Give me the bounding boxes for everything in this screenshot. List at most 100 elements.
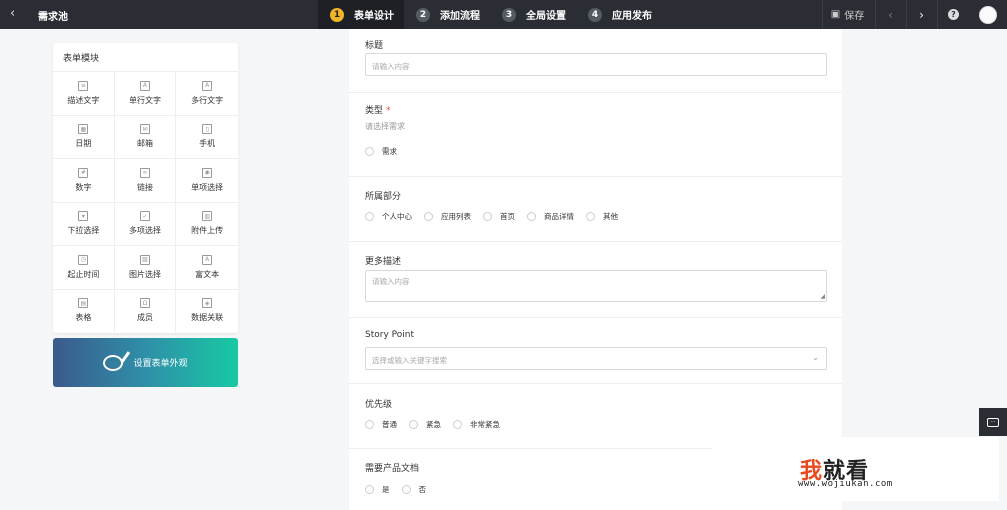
redo-button[interactable]: › bbox=[906, 0, 936, 29]
field-label: 需要产品文档 bbox=[365, 464, 420, 474]
textarea-placeholder: 请输入内容 bbox=[372, 277, 410, 286]
resize-handle-icon[interactable]: ◢ bbox=[820, 293, 825, 300]
attachment-icon: ▥ bbox=[202, 211, 213, 222]
radio-circle[interactable] bbox=[527, 212, 536, 221]
module-item[interactable]: ▤ 表格 bbox=[53, 288, 115, 332]
field-label: 更多描述 bbox=[365, 257, 402, 267]
app-title: 需求池 bbox=[38, 12, 68, 23]
required-mark: * bbox=[386, 106, 391, 116]
description-textarea[interactable]: 请输入内容 ◢ bbox=[365, 270, 827, 302]
step-form-design[interactable]: 1 表单设计 bbox=[318, 0, 404, 29]
save-button[interactable]: ▣ 保存 bbox=[822, 0, 872, 29]
watermark-url: www.wojiukan.com bbox=[798, 479, 893, 489]
module-item[interactable]: ≡ 描述文字 bbox=[53, 71, 115, 115]
radio-option[interactable]: 其他 bbox=[586, 211, 618, 222]
field-department[interactable]: 所属部分 个人中心 应用列表 首页 商品详情 其他 bbox=[349, 177, 842, 242]
title-input[interactable]: 请输入内容 bbox=[365, 53, 827, 76]
module-item[interactable]: ▯ 手机 bbox=[176, 114, 238, 159]
radio-circle[interactable] bbox=[365, 485, 374, 494]
module-item[interactable]: ◉ 单项选择 bbox=[176, 158, 238, 202]
module-label: 成员 bbox=[136, 313, 153, 323]
module-item[interactable]: ▨ 图片选择 bbox=[114, 245, 177, 289]
module-label: 数字 bbox=[75, 182, 92, 192]
help-button[interactable]: ? bbox=[937, 0, 969, 29]
step-label: 应用发布 bbox=[612, 11, 652, 22]
module-item[interactable]: ▥ 附件上传 bbox=[176, 201, 238, 246]
form-module-panel: 表单模块 ≡ 描述文字 A 单行文字 A 多行文字 ▦ 日期 ✉ 邮箱 ▯ 手机 # 数字 ∞ 链接 ◉ 单项选择… bbox=[53, 43, 238, 333]
field-label: 标题 bbox=[365, 41, 384, 51]
step-label: 添加流程 bbox=[440, 11, 480, 22]
field-story-point[interactable]: Story Point 选择或输入关键字搜索 ⌄ bbox=[349, 318, 842, 384]
watermark: 我就看 www.wojiukan.com bbox=[712, 437, 999, 501]
image-icon: ▨ bbox=[139, 254, 150, 265]
form-appearance-button[interactable]: 设置表单外观 bbox=[53, 338, 238, 387]
radio-label: 需求 bbox=[382, 147, 397, 156]
radio-option[interactable]: 需求 bbox=[365, 146, 397, 157]
module-item[interactable]: Ω 成员 bbox=[114, 288, 177, 332]
module-label: 富文本 bbox=[195, 269, 220, 279]
module-label: 邮箱 bbox=[136, 139, 153, 149]
field-label: Story Point bbox=[365, 330, 414, 340]
radio-circle[interactable] bbox=[365, 147, 374, 156]
module-item[interactable]: ▾ 下拉选择 bbox=[53, 201, 115, 245]
field-description[interactable]: 更多描述 请输入内容 ◢ bbox=[349, 242, 842, 318]
module-label: 单项选择 bbox=[191, 182, 224, 192]
module-item[interactable]: # 数字 bbox=[53, 158, 115, 202]
radio-icon: ◉ bbox=[202, 167, 213, 178]
step-number: 2 bbox=[416, 7, 430, 22]
module-item[interactable]: ◷ 起止时间 bbox=[53, 245, 115, 289]
module-item[interactable]: ▦ 日期 bbox=[53, 114, 115, 158]
avatar[interactable] bbox=[979, 6, 997, 24]
module-label: 日期 bbox=[75, 139, 92, 149]
module-item[interactable]: A 多行文字 bbox=[176, 71, 238, 115]
radio-circle[interactable] bbox=[586, 212, 595, 221]
radio-circle[interactable] bbox=[453, 420, 462, 429]
story-point-select[interactable]: 选择或输入关键字搜索 ⌄ bbox=[365, 347, 827, 370]
radio-option[interactable]: 普通 bbox=[365, 419, 397, 430]
step-global-settings[interactable]: 3 全局设置 bbox=[490, 0, 576, 29]
type-radio-group: 需求 bbox=[365, 146, 409, 157]
module-item[interactable]: ✓ 多项选择 bbox=[114, 201, 177, 245]
select-placeholder: 选择或输入关键字搜索 bbox=[372, 356, 447, 365]
radio-circle[interactable] bbox=[483, 212, 492, 221]
module-item[interactable]: ◈ 数据关联 bbox=[176, 288, 238, 333]
radio-circle[interactable] bbox=[409, 420, 418, 429]
step-number: 4 bbox=[588, 7, 602, 22]
field-title[interactable]: 标题 请输入内容 bbox=[349, 29, 842, 93]
radio-option[interactable]: 否 bbox=[401, 484, 426, 495]
module-item[interactable]: A 富文本 bbox=[176, 245, 238, 289]
module-item[interactable]: ✉ 邮箱 bbox=[114, 114, 177, 158]
undo-button[interactable]: ‹ bbox=[875, 0, 905, 29]
radio-option[interactable]: 个人中心 bbox=[365, 211, 412, 222]
step-nav: 1 表单设计 2 添加流程 3 全局设置 4 应用发布 bbox=[318, 0, 670, 29]
priority-radio-group: 普通 紧急 非常紧急 bbox=[365, 419, 512, 430]
radio-option[interactable]: 非常紧急 bbox=[453, 419, 500, 430]
step-publish[interactable]: 4 应用发布 bbox=[576, 0, 662, 29]
radio-option[interactable]: 首页 bbox=[483, 211, 515, 222]
field-type[interactable]: 类型 * 请选择需求 需求 bbox=[349, 93, 842, 177]
radio-option[interactable]: 商品详情 bbox=[527, 211, 574, 222]
step-add-flow[interactable]: 2 添加流程 bbox=[404, 0, 490, 29]
top-bar: ‹ 需求池 1 表单设计 2 添加流程 3 全局设置 4 应用发布 ▣ 保存 ‹… bbox=[0, 0, 1007, 29]
floppy-disk-icon: ▣ bbox=[830, 9, 841, 20]
field-label: 所属部分 bbox=[365, 192, 402, 202]
phone-icon: ▯ bbox=[202, 124, 213, 135]
chat-button[interactable]: ··· bbox=[979, 408, 1007, 436]
radio-option[interactable]: 是 bbox=[365, 484, 390, 495]
radio-circle[interactable] bbox=[424, 212, 433, 221]
radio-circle[interactable] bbox=[365, 212, 374, 221]
radio-circle[interactable] bbox=[365, 420, 374, 429]
radio-option[interactable]: 应用列表 bbox=[424, 211, 471, 222]
module-label: 链接 bbox=[136, 182, 153, 192]
table-icon: ▤ bbox=[78, 298, 89, 309]
module-item[interactable]: A 单行文字 bbox=[114, 71, 177, 115]
dropdown-icon: ▾ bbox=[78, 211, 89, 222]
text-icon: A bbox=[139, 80, 150, 91]
radio-circle[interactable] bbox=[401, 485, 411, 494]
module-label: 描述文字 bbox=[67, 95, 100, 105]
radio-option[interactable]: 紧急 bbox=[409, 419, 441, 430]
radio-label: 首页 bbox=[500, 212, 515, 221]
field-hint: 请选择需求 bbox=[365, 122, 405, 131]
module-item[interactable]: ∞ 链接 bbox=[114, 158, 177, 202]
back-chevron-icon[interactable]: ‹ bbox=[10, 6, 15, 21]
